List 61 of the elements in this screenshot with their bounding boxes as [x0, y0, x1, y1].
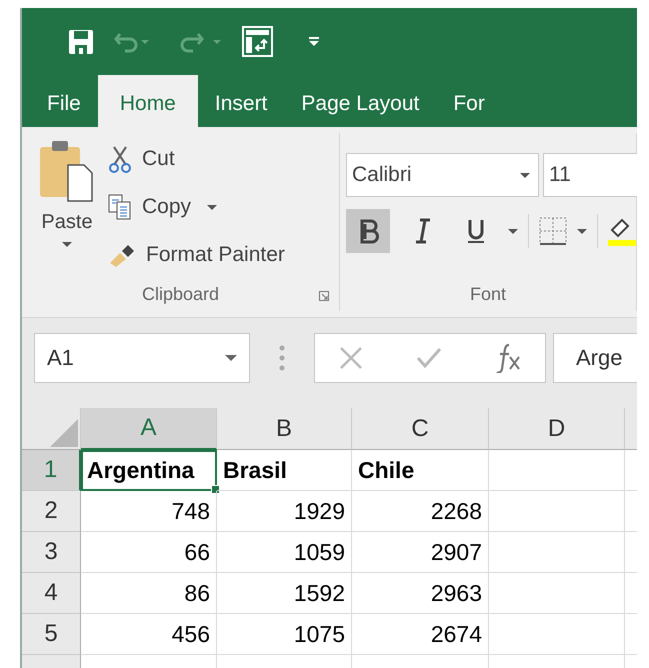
row-header[interactable]: 1 — [22, 450, 81, 491]
select-all-icon[interactable] — [50, 419, 78, 447]
table-cell[interactable]: 2907 — [352, 532, 489, 573]
table-cell[interactable]: 1592 — [217, 573, 352, 614]
formula-field[interactable]: Arge — [553, 333, 637, 383]
grip-icon[interactable] — [279, 345, 285, 371]
table-cell[interactable]: 1929 — [217, 491, 352, 532]
row-header[interactable]: 3 — [22, 532, 81, 573]
copy-icon — [108, 194, 132, 220]
ribbon-tab[interactable]: For — [436, 75, 502, 127]
table-cell[interactable]: 2963 — [352, 573, 489, 614]
font-size-field[interactable]: 11 — [543, 153, 637, 197]
column-header[interactable]: C — [352, 408, 489, 450]
copy-button[interactable]: Copy — [108, 187, 285, 227]
column-header[interactable]: A — [81, 408, 217, 450]
table-cell[interactable]: 456 — [81, 614, 217, 655]
paste-button[interactable]: Paste — [40, 139, 94, 277]
row-header[interactable]: 4 — [22, 573, 81, 614]
function-icon[interactable] — [495, 343, 521, 373]
column-header[interactable]: D — [489, 408, 625, 450]
table-cell[interactable]: Chile — [352, 450, 489, 491]
table-cell[interactable]: 748 — [81, 491, 217, 532]
ribbon-tab[interactable]: File — [30, 75, 98, 127]
layout-icon[interactable] — [242, 26, 273, 57]
fill-color-icon[interactable] — [608, 216, 636, 246]
ribbon-tab[interactable]: Page Layout — [284, 75, 436, 127]
borders-icon[interactable] — [539, 217, 567, 245]
scissors-icon — [108, 145, 132, 173]
customize-icon[interactable] — [309, 37, 319, 46]
check-icon[interactable] — [416, 346, 442, 370]
table-cell[interactable]: 1075 — [217, 614, 352, 655]
ribbon-tab[interactable]: Home — [98, 75, 198, 127]
caret-icon[interactable] — [508, 228, 518, 234]
group-label: Clipboard — [142, 284, 220, 304]
cut-button[interactable]: Cut — [108, 139, 285, 179]
caret-icon — [225, 355, 237, 361]
clipboard-icon — [40, 139, 94, 203]
ribbon-tab[interactable]: Insert — [198, 75, 284, 127]
font-name-field[interactable]: Calibri — [346, 153, 539, 197]
table-cell[interactable]: 2268 — [352, 491, 489, 532]
bold-icon[interactable] — [346, 209, 390, 253]
table-cell[interactable]: Brasil — [217, 450, 352, 491]
caret-icon[interactable] — [577, 228, 587, 234]
caret-icon — [520, 172, 530, 178]
row-header[interactable]: 2 — [22, 491, 81, 532]
column-header[interactable]: B — [217, 408, 352, 450]
close-icon[interactable] — [339, 346, 363, 370]
table-cell[interactable]: Argentina — [81, 450, 217, 491]
launcher-icon[interactable] — [319, 291, 329, 301]
group-label: Font — [470, 284, 506, 304]
table-cell[interactable]: 86 — [81, 573, 217, 614]
caret-icon[interactable] — [62, 242, 72, 247]
name-box[interactable]: A1 — [34, 333, 250, 383]
table-cell[interactable]: 66 — [81, 532, 217, 573]
format-painter-button[interactable]: Format Painter — [108, 235, 285, 275]
table-cell[interactable]: 2674 — [352, 614, 489, 655]
row-header[interactable]: 5 — [22, 614, 81, 655]
caret-icon — [207, 204, 218, 210]
save-icon[interactable] — [68, 28, 94, 54]
fill-handle[interactable] — [211, 485, 220, 494]
table-cell[interactable]: 1059 — [217, 532, 352, 573]
